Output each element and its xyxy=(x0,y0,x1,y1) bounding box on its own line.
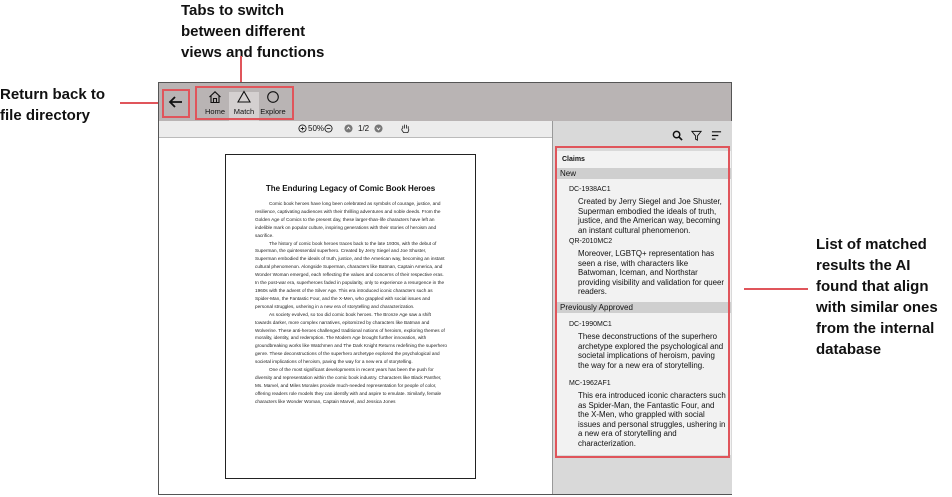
document-paragraph: One of the most significant developments… xyxy=(255,367,442,404)
filter-icon[interactable] xyxy=(691,130,702,141)
page-indicator: 1/2 xyxy=(358,124,370,133)
annotation-line-results xyxy=(744,288,808,290)
annotation-back: Return back to file directory xyxy=(0,86,106,124)
document-toolbar: 50% 1/2 xyxy=(159,121,552,138)
page-down-icon[interactable] xyxy=(374,124,383,133)
document-paragraph: The history of comic book heroes traces … xyxy=(255,240,445,309)
zoom-in-icon[interactable] xyxy=(298,124,307,133)
annotation-line-back xyxy=(120,102,160,104)
document-title: The Enduring Legacy of Comic Book Heroes xyxy=(265,184,436,193)
zoom-out-icon[interactable] xyxy=(324,124,333,133)
page-up-icon[interactable] xyxy=(344,124,353,133)
document-viewer[interactable]: The Enduring Legacy of Comic Book Heroes… xyxy=(159,138,552,494)
annotation-results: List of matched results the AI found tha… xyxy=(816,236,938,358)
search-icon[interactable] xyxy=(672,130,683,141)
highlight-tabs xyxy=(195,86,294,120)
document-page: The Enduring Legacy of Comic Book Heroes… xyxy=(225,154,476,479)
document-paragraph: As society evolved, so too did comic boo… xyxy=(255,311,448,365)
document-body: Comic book heroes have long been celebra… xyxy=(255,200,448,406)
annotation-tabs: Tabs to switch between different views a… xyxy=(181,2,325,61)
highlight-claims xyxy=(555,146,730,458)
highlight-back xyxy=(162,89,190,118)
document-paragraph: Comic book heroes have long been celebra… xyxy=(255,201,441,238)
zoom-level: 50% xyxy=(308,124,325,133)
hand-icon[interactable] xyxy=(400,123,411,134)
sort-icon[interactable] xyxy=(711,130,722,141)
